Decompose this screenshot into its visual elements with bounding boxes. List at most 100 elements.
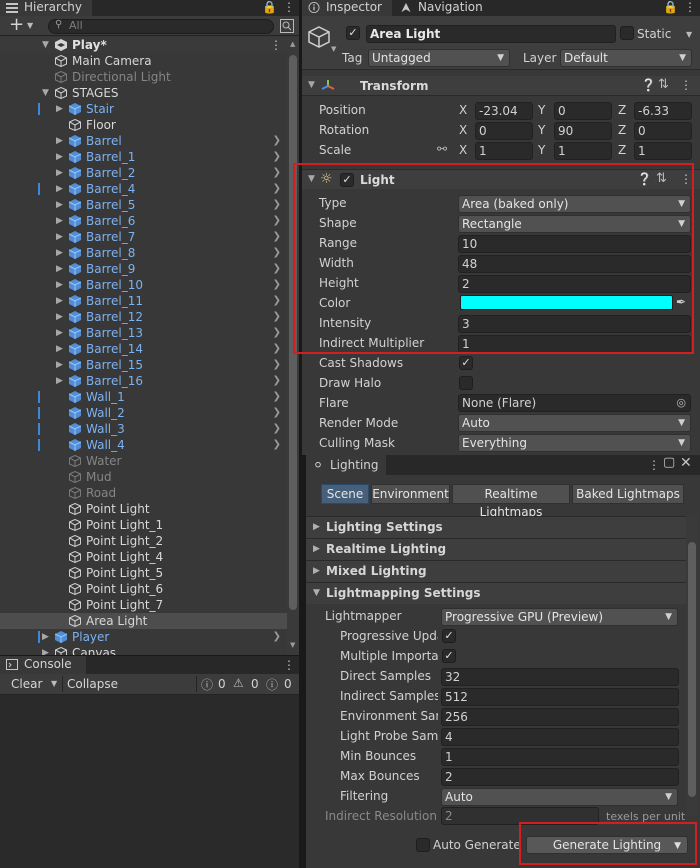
clear-button[interactable]: Clear [11,677,42,691]
hierarchy-item[interactable]: ▶ Barrel_12 ❯ [0,309,287,325]
menu-dots-icon[interactable]: ⋮ [283,1,295,13]
fold-icon[interactable]: ▶ [42,645,49,655]
hierarchy-item[interactable]: ▶ Barrel_15 ❯ [0,357,287,373]
static-dropdown-icon[interactable]: ▼ [686,30,692,39]
chevron-right-icon[interactable]: ❯ [273,373,281,389]
maximize-icon[interactable]: ▢ [663,456,675,469]
search-scene-icon[interactable] [280,19,294,33]
hierarchy-item[interactable]: ▶ Barrel_16 ❯ [0,373,287,389]
chevron-right-icon[interactable]: ❯ [273,293,281,309]
fold-icon[interactable]: ▶ [56,293,63,309]
chevron-right-icon[interactable]: ❯ [273,149,281,165]
hierarchy-item[interactable]: ▶ Barrel_13 ❯ [0,325,287,341]
constrain-proportions-icon[interactable]: ⚯ [437,142,447,156]
rotation-y-axis-label[interactable]: Y [538,123,545,137]
flare-field[interactable]: None (Flare) ◎ [458,394,691,412]
fold-icon[interactable]: ▶ [42,629,49,645]
panel-divider[interactable] [299,0,302,868]
hierarchy-item[interactable]: Directional Light [0,69,287,85]
lock-icon[interactable]: 🔒 [262,1,277,13]
hierarchy-item[interactable]: Wall_4 ❯ [0,437,287,453]
hierarchy-item[interactable]: Point Light_1 [0,517,287,533]
fold-icon[interactable]: ▶ [56,245,63,261]
fold-icon[interactable]: ▶ [313,517,320,538]
hierarchy-item[interactable]: Main Camera [0,53,287,69]
hierarchy-item[interactable]: ▶ Barrel_7 ❯ [0,229,287,245]
fold-icon[interactable]: ▶ [56,325,63,341]
light-probe-samples-field[interactable]: 4 [441,728,679,746]
hierarchy-item[interactable]: Wall_3 ❯ [0,421,287,437]
indirect-samples-field[interactable]: 512 [441,688,679,706]
fold-icon[interactable]: ▶ [56,341,63,357]
lighting-scrollbar[interactable] [686,516,698,816]
chevron-right-icon[interactable]: ❯ [273,213,281,229]
position-x-field[interactable]: -23.04 [475,102,533,120]
hierarchy-item[interactable]: ▶ Barrel_4 ❯ [0,181,287,197]
lighting-subtab[interactable]: Scene [321,484,369,504]
position-y-axis-label[interactable]: Y [538,103,545,117]
chevron-right-icon[interactable]: ❯ [273,629,281,645]
hierarchy-item[interactable]: ▶ Player ❯ [0,629,287,645]
fold-icon[interactable]: ▶ [56,309,63,325]
collapse-button[interactable]: Collapse [67,677,118,691]
fold-icon[interactable]: ▶ [56,165,63,181]
component-menu-icon[interactable]: ⋮ [680,78,692,92]
hierarchy-item[interactable]: Point Light [0,501,287,517]
inspector-lock-icon[interactable]: 🔒 [663,1,678,13]
transform-header[interactable]: ▼ Transform ❔ ⇅ ⋮ [302,76,700,96]
help-icon[interactable]: ❔ [641,78,656,92]
position-x-axis-label[interactable]: X [459,103,467,117]
presets-icon[interactable]: ⇅ [658,77,669,92]
lighting-section-header[interactable]: ▶ Lighting Settings [306,516,688,538]
scale-y-axis-label[interactable]: Y [538,143,545,157]
tag-dropdown[interactable]: Untagged ▼ [368,49,510,67]
fold-icon[interactable]: ▶ [56,197,63,213]
scale-z-axis-label[interactable]: Z [618,143,626,157]
gameobject-dropdown-icon[interactable]: ▼ [331,45,336,53]
fold-icon[interactable]: ▶ [56,213,63,229]
hierarchy-item[interactable]: ▶ Barrel_9 ❯ [0,261,287,277]
hierarchy-item[interactable]: Wall_2 ❯ [0,405,287,421]
scale-x-field[interactable]: 1 [475,142,533,160]
fold-icon[interactable]: ▶ [56,133,63,149]
fold-icon[interactable]: ▶ [56,149,63,165]
hierarchy-item[interactable]: Point Light_7 [0,597,287,613]
lighting-tab[interactable]: ⚪ Lighting [306,455,386,475]
error-icon[interactable]: ⓘ [266,676,278,693]
fold-icon[interactable]: ▼ [313,583,320,604]
fold-icon[interactable]: ▼ [42,85,49,101]
hierarchy-item[interactable]: Mud [0,469,287,485]
fold-icon[interactable]: ▶ [56,277,63,293]
fold-icon[interactable]: ▶ [313,561,320,582]
scroll-up-icon[interactable]: ▲ [290,40,295,48]
scale-y-field[interactable]: 1 [554,142,612,160]
multiple-importance-checkbox[interactable]: ✓ [442,649,456,663]
culling-mask-dropdown[interactable]: Everything ▼ [458,434,691,452]
scene-menu-icon[interactable]: ⋮ [270,37,282,53]
add-dropdown-icon[interactable]: ▼ [27,21,33,30]
chevron-right-icon[interactable]: ❯ [273,309,281,325]
draw-halo-checkbox[interactable] [459,376,473,390]
fold-icon[interactable]: ▶ [313,539,320,560]
hierarchy-item[interactable]: ▶ Stair [0,101,287,117]
hierarchy-item[interactable]: Water [0,453,287,469]
hierarchy-item[interactable]: ▶ Barrel_14 ❯ [0,341,287,357]
object-name-field[interactable]: Area Light [366,25,616,43]
max-bounces-field[interactable]: 2 [441,768,679,786]
hierarchy-item[interactable]: ▶ Barrel_6 ❯ [0,213,287,229]
hierarchy-item[interactable]: Area Light [0,613,287,629]
hierarchy-item[interactable]: Point Light_6 [0,581,287,597]
warning-icon[interactable]: ⚠ [233,676,244,690]
chevron-right-icon[interactable]: ❯ [273,341,281,357]
hierarchy-item[interactable]: ▶ Barrel_1 ❯ [0,149,287,165]
rotation-y-field[interactable]: 90 [554,122,612,140]
fold-icon[interactable]: ▶ [56,261,63,277]
cast-shadows-checkbox[interactable]: ✓ [459,356,473,370]
console-menu-icon[interactable]: ⋮ [283,659,295,671]
hierarchy-item[interactable]: Point Light_4 [0,549,287,565]
scale-x-axis-label[interactable]: X [459,143,467,157]
chevron-right-icon[interactable]: ❯ [273,405,281,421]
rotation-z-field[interactable]: 0 [634,122,692,140]
chevron-right-icon[interactable]: ❯ [273,133,281,149]
lighting-section-header[interactable]: ▶ Realtime Lighting [306,538,688,560]
